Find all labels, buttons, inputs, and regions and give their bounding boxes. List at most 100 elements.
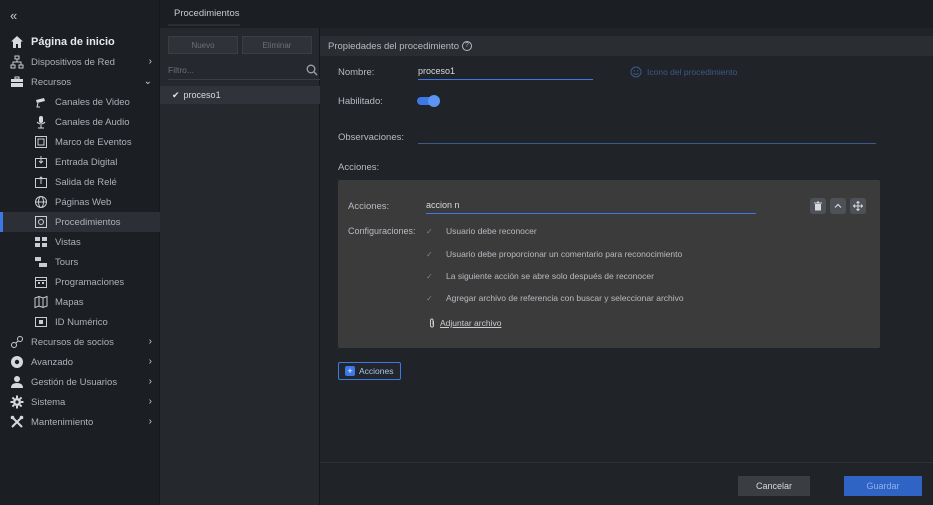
camera-icon <box>34 95 48 109</box>
sidebar-item-advanced[interactable]: Avanzado › <box>0 352 160 372</box>
check-icon: ✔ <box>172 89 180 100</box>
sidebar-item-label: Canales de Video <box>55 96 130 108</box>
move-action-button[interactable] <box>850 198 866 214</box>
observations-label: Observaciones: <box>338 132 405 143</box>
sidebar-item-label: Salida de Relé <box>55 176 117 188</box>
save-button[interactable]: Guardar <box>844 476 922 496</box>
tours-icon <box>34 255 48 269</box>
input-icon <box>34 155 48 169</box>
sidebar-item-resources[interactable]: Recursos ⌄ <box>0 72 160 92</box>
config-option-next-after-ack[interactable]: ✓ La siguiente acción se abre solo despu… <box>426 271 654 281</box>
action-name-input[interactable] <box>426 200 756 210</box>
sidebar-item-label: Mapas <box>55 296 84 308</box>
config-option-label: Usuario debe proporcionar un comentario … <box>446 249 683 259</box>
new-button[interactable]: Nuevo <box>168 36 238 54</box>
sidebar-item-label: Página de inicio <box>31 36 115 48</box>
name-input[interactable] <box>418 66 593 76</box>
chevron-right-icon: › <box>148 376 152 387</box>
procedure-icon <box>34 215 48 229</box>
sidebar-item-label: Vistas <box>55 236 81 248</box>
sidebar-item-label: Sistema <box>31 396 66 408</box>
calendar-icon <box>34 275 48 289</box>
attach-file-link[interactable]: Adjuntar archivo <box>428 318 501 328</box>
sidebar-item-system[interactable]: Sistema › <box>0 392 160 412</box>
sidebar-item-label: Mantenimiento <box>31 416 94 428</box>
sidebar-item-event-frame[interactable]: Marco de Eventos <box>0 132 160 152</box>
list-item[interactable]: ✔ proceso1 <box>160 86 320 104</box>
tab-procedures[interactable]: Procedimientos <box>174 8 239 19</box>
observations-field <box>418 130 876 144</box>
trash-icon <box>814 201 822 211</box>
config-option-reference-file[interactable]: ✓ Agregar archivo de referencia con busc… <box>426 293 684 303</box>
attach-file-label: Adjuntar archivo <box>440 318 502 328</box>
top-bar: Procedimientos <box>160 0 933 28</box>
observations-input[interactable] <box>418 130 876 140</box>
add-actions-button[interactable]: + Acciones <box>338 362 401 380</box>
gear-icon <box>10 395 24 409</box>
sidebar-item-label: ID Numérico <box>55 316 108 328</box>
sidebar-item-label: Gestión de Usuarios <box>31 376 118 388</box>
sidebar-item-maintenance[interactable]: Mantenimiento › <box>0 412 160 432</box>
actions-label: Acciones: <box>338 162 380 173</box>
double-chevron-left-icon[interactable]: « <box>10 8 17 23</box>
config-label: Configuraciones: <box>348 226 416 236</box>
action-label: Acciones: <box>348 201 390 212</box>
filter-input[interactable] <box>168 62 298 78</box>
sidebar-item-user-management[interactable]: Gestión de Usuarios › <box>0 372 160 392</box>
properties-title: Propiedades del procedimiento <box>328 40 459 52</box>
sidebar-item-video-channels[interactable]: Canales de Video <box>0 92 160 112</box>
check-icon: ✓ <box>426 271 433 281</box>
chevron-right-icon: › <box>148 56 152 67</box>
collapse-action-button[interactable] <box>830 198 846 214</box>
chevron-down-icon: ⌄ <box>143 76 152 87</box>
sidebar-item-web-pages[interactable]: Páginas Web <box>0 192 160 212</box>
advanced-icon <box>10 355 24 369</box>
list-item-name: proceso1 <box>183 90 221 100</box>
sidebar-item-maps[interactable]: Mapas <box>0 292 160 312</box>
properties-header: Propiedades del procedimiento ? <box>320 36 933 56</box>
chevron-right-icon: › <box>148 356 152 367</box>
sidebar-item-label: Recursos <box>31 76 72 88</box>
enabled-toggle[interactable] <box>417 95 440 107</box>
info-icon[interactable]: ? <box>461 41 472 51</box>
globe-icon <box>34 195 48 209</box>
microphone-icon <box>34 115 48 129</box>
sidebar-item-home[interactable]: Página de inicio <box>0 32 160 52</box>
move-icon <box>853 201 863 211</box>
sidebar-item-label: Marco de Eventos <box>55 136 132 148</box>
sidebar-item-procedures[interactable]: Procedimientos <box>0 212 160 232</box>
footer-divider <box>320 462 933 463</box>
briefcase-icon <box>10 75 24 89</box>
config-option-label: Usuario debe reconocer <box>446 226 537 236</box>
id-icon <box>34 315 48 329</box>
sidebar-item-digital-input[interactable]: Entrada Digital <box>0 152 160 172</box>
sidebar-item-views[interactable]: Vistas <box>0 232 160 252</box>
delete-button[interactable]: Eliminar <box>242 36 312 54</box>
action-name-field <box>426 200 756 214</box>
sidebar-item-tours[interactable]: Tours <box>0 252 160 272</box>
add-actions-label: Acciones <box>359 366 394 376</box>
sidebar-item-audio-channels[interactable]: Canales de Audio <box>0 112 160 132</box>
chevron-right-icon: › <box>148 396 152 407</box>
config-option-comment[interactable]: ✓ Usuario debe proporcionar un comentari… <box>426 249 682 259</box>
check-icon: ✓ <box>426 293 433 303</box>
views-icon <box>34 235 48 249</box>
sidebar-item-label: Canales de Audio <box>55 116 130 128</box>
sidebar-item-partner-resources[interactable]: Recursos de socios › <box>0 332 160 352</box>
search-icon[interactable] <box>306 64 318 76</box>
config-option-must-acknowledge[interactable]: ✓ Usuario debe reconocer <box>426 226 537 236</box>
sidebar-item-numeric-id[interactable]: ID Numérico <box>0 312 160 332</box>
sidebar-item-network-devices[interactable]: Dispositivos de Red › <box>0 52 160 72</box>
sidebar-nav: Página de inicio Dispositivos de Red › R… <box>0 32 160 432</box>
cancel-button[interactable]: Cancelar <box>738 476 810 496</box>
delete-action-button[interactable] <box>810 198 826 214</box>
sidebar-item-schedules[interactable]: Programaciones <box>0 272 160 292</box>
toggle-knob <box>428 95 440 107</box>
sidebar-item-relay-output[interactable]: Salida de Relé <box>0 172 160 192</box>
icon-picker[interactable]: Icono del procedimiento <box>630 66 737 78</box>
check-icon: ✓ <box>426 226 433 236</box>
action-toolbar <box>810 198 866 214</box>
filter-field <box>168 62 320 80</box>
enabled-label: Habilitado: <box>338 96 383 107</box>
sidebar: « Página de inicio Dispositivos de Red ›… <box>0 0 160 505</box>
